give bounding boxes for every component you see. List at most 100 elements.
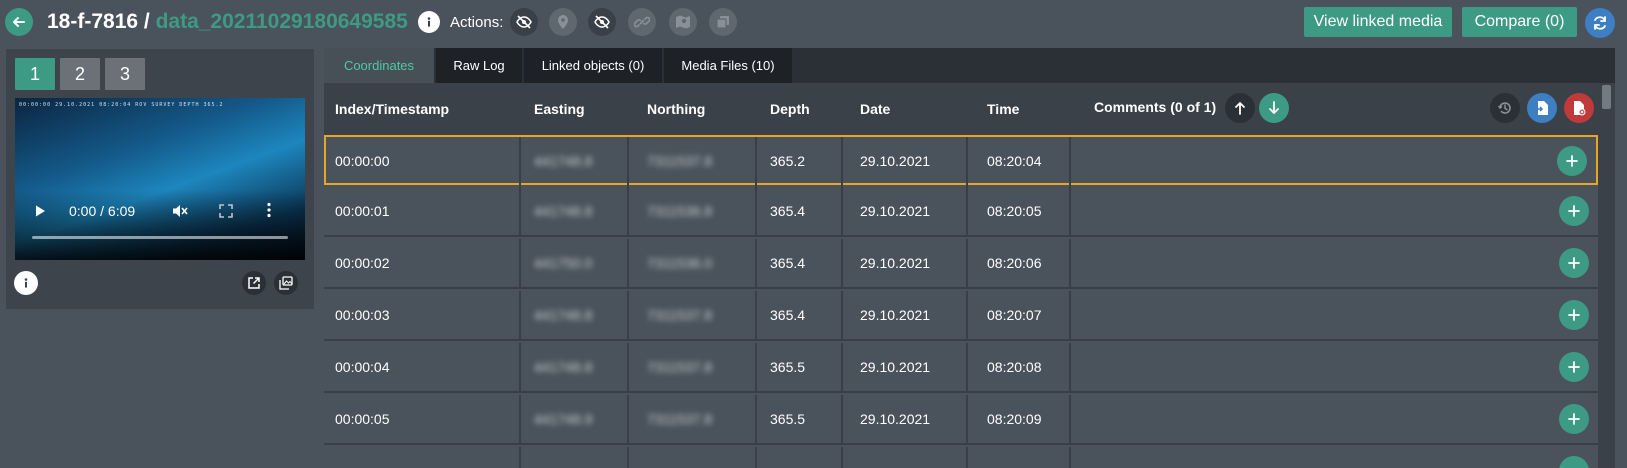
add-comment-button[interactable]: [1559, 352, 1589, 382]
table-row[interactable]: 00:00:03 441748.8 7311537.8 365.4 29.10.2021…: [324, 291, 1598, 341]
view-linked-media-button[interactable]: View linked media: [1304, 7, 1452, 37]
actions-label: Actions:: [450, 14, 504, 31]
add-comment-button[interactable]: [1559, 300, 1589, 330]
link-action-button[interactable]: [628, 8, 656, 36]
gallery-icon: [279, 276, 293, 290]
column-header-time[interactable]: Time: [987, 101, 1019, 117]
history-button[interactable]: [1490, 93, 1520, 123]
volume-muted-icon: [173, 205, 188, 217]
add-comment-button[interactable]: [1559, 196, 1589, 226]
table-row-partial[interactable]: [324, 447, 1598, 468]
add-comment-button[interactable]: [1557, 146, 1587, 176]
arrow-down-icon: [1269, 101, 1279, 114]
column-divider: [841, 137, 843, 187]
cell-northing: 7311537.8: [647, 307, 713, 323]
column-divider: [519, 291, 521, 341]
column-divider: [755, 447, 757, 468]
plus-icon: [1568, 309, 1580, 321]
table-row[interactable]: 00:00:01 441748.8 7311536.8 365.4 29.10.2021…: [324, 187, 1598, 237]
column-header-depth[interactable]: Depth: [770, 101, 810, 117]
plus-icon: [1566, 155, 1578, 167]
cell-index: 00:00:05: [335, 411, 390, 427]
refresh-icon: [1594, 16, 1606, 30]
layers-icon: [716, 16, 729, 29]
column-divider: [1069, 187, 1071, 237]
scrollbar-thumb[interactable]: [1602, 85, 1611, 109]
cell-index: 00:00:02: [335, 255, 390, 271]
page-button-2[interactable]: 2: [60, 58, 100, 90]
hide-all-action-button[interactable]: [588, 8, 616, 36]
tab-raw-log[interactable]: Raw Log: [436, 48, 522, 83]
file-import-icon: [1536, 101, 1548, 115]
add-comment-button[interactable]: [1559, 248, 1589, 278]
refresh-button[interactable]: [1585, 8, 1615, 38]
column-divider: [841, 395, 843, 445]
cell-time: 08:20:06: [987, 255, 1042, 271]
table-row[interactable]: 00:00:02 441750.0 7311536.0 365.4 29.10.2021…: [324, 239, 1598, 289]
cell-northing: 7311537.8: [647, 359, 713, 375]
link-icon: [634, 16, 650, 28]
map-icon: [676, 15, 690, 29]
video-player[interactable]: 00:00:00 29.10.2021 08:20:04 ROV SURVEY …: [15, 98, 305, 260]
column-divider: [627, 343, 629, 393]
column-divider: [627, 395, 629, 445]
plus-icon: [1568, 413, 1580, 425]
media-gallery-button[interactable]: [274, 271, 298, 295]
tab-coordinates[interactable]: Coordinates: [324, 48, 434, 83]
compare-button[interactable]: Compare (0): [1462, 7, 1577, 37]
column-divider: [1069, 291, 1071, 341]
column-divider: [627, 291, 629, 341]
plus-icon: [1568, 361, 1580, 373]
column-divider: [627, 137, 629, 187]
cell-easting: 441748.9: [534, 411, 593, 427]
comment-prev-button[interactable]: [1225, 93, 1255, 123]
page-button-3[interactable]: 3: [105, 58, 145, 90]
cell-northing: 7311536.0: [647, 255, 713, 271]
map-action-button[interactable]: [669, 8, 697, 36]
table-row[interactable]: 00:00:00 441748.8 7311537.8 365.2 29.10.2021…: [324, 135, 1598, 187]
table-row[interactable]: 00:00:04 441748.8 7311537.8 365.5 29.10.2021…: [324, 343, 1598, 393]
cell-index: 00:00:03: [335, 307, 390, 323]
location-action-button[interactable]: [549, 8, 577, 36]
column-divider: [755, 343, 757, 393]
column-divider: [1069, 137, 1071, 187]
fullscreen-button[interactable]: [218, 203, 234, 224]
info-icon: [427, 17, 431, 27]
open-external-button[interactable]: [242, 271, 266, 295]
cell-time: 08:20:08: [987, 359, 1042, 375]
cell-depth: 365.4: [770, 255, 806, 271]
info-icon: [24, 278, 28, 288]
add-comment-button[interactable]: [1559, 456, 1589, 468]
cell-depth: 365.5: [770, 411, 806, 427]
table-scrollbar[interactable]: [1598, 83, 1615, 468]
info-button[interactable]: [418, 11, 440, 33]
delete-file-button[interactable]: [1564, 93, 1594, 123]
add-comment-button[interactable]: [1559, 404, 1589, 434]
column-divider: [966, 395, 968, 445]
column-divider: [841, 239, 843, 289]
table-row[interactable]: 00:00:05 441748.9 7311537.8 365.5 29.10.2021…: [324, 395, 1598, 445]
header-bar: 18-f-7816 / data_20211029180649585 Actio…: [0, 0, 1627, 44]
eye-off-icon: [516, 15, 532, 29]
video-progress-bar[interactable]: [32, 236, 288, 239]
copy-action-button[interactable]: [709, 8, 737, 36]
column-header-index[interactable]: Index/Timestamp: [335, 101, 449, 117]
cell-depth: 365.2: [770, 153, 806, 169]
import-file-button[interactable]: [1527, 93, 1557, 123]
mute-button[interactable]: [171, 203, 189, 224]
page-title: 18-f-7816 / data_20211029180649585: [47, 9, 408, 35]
play-button[interactable]: [33, 204, 47, 223]
history-icon: [1497, 102, 1511, 114]
tab-linked-objects[interactable]: Linked objects (0): [524, 48, 662, 83]
hide-action-button[interactable]: [510, 8, 538, 36]
column-header-date[interactable]: Date: [860, 101, 890, 117]
comment-next-button[interactable]: [1259, 93, 1289, 123]
back-button[interactable]: [5, 8, 33, 36]
page-button-1[interactable]: 1: [15, 58, 55, 90]
column-header-northing[interactable]: Northing: [647, 101, 705, 117]
tab-media-files[interactable]: Media Files (10): [664, 48, 792, 83]
media-info-button[interactable]: [14, 271, 38, 295]
cell-time: 08:20:05: [987, 203, 1042, 219]
column-header-easting[interactable]: Easting: [534, 101, 585, 117]
video-menu-button[interactable]: [266, 202, 272, 223]
